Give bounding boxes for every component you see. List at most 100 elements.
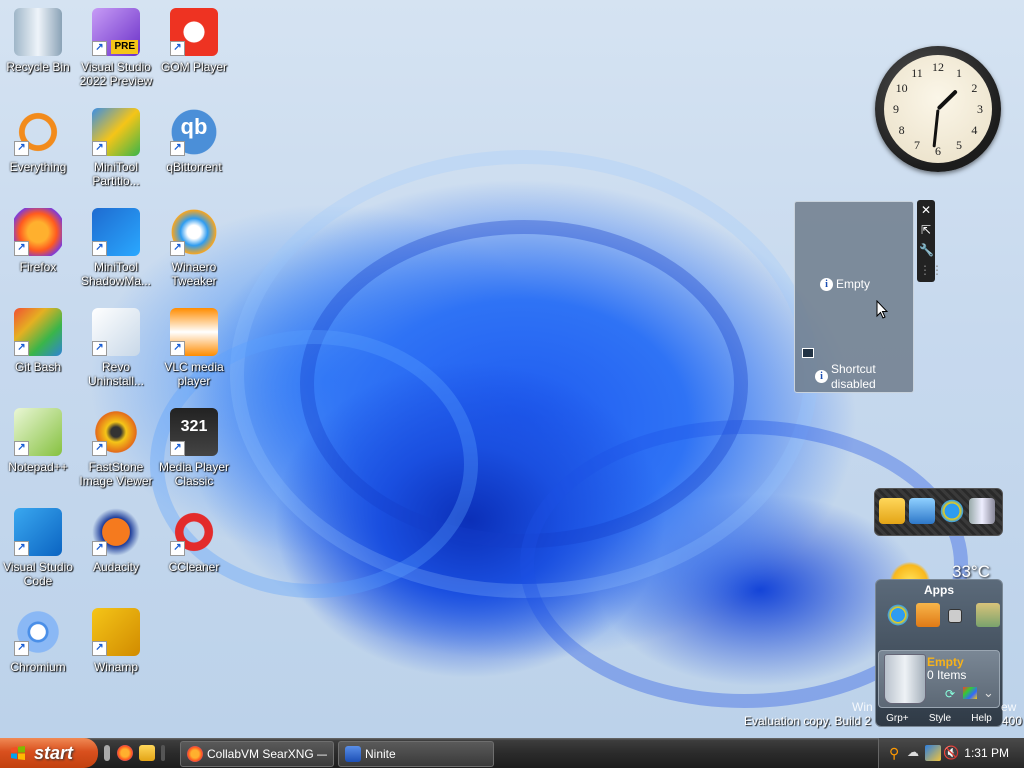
refresh-icon[interactable]: ⟳: [945, 687, 955, 701]
desktop-icon-label: MiniTool ShadowMa...: [80, 260, 152, 288]
desktop-icon-label: qBittorrent: [166, 160, 222, 174]
clock-number: 5: [956, 138, 962, 153]
desktop[interactable]: Recycle Bin PRE ↗ Visual Studio 2022 Previe…: [0, 0, 1024, 738]
desktop-icon-label: Recycle Bin: [6, 60, 70, 74]
clock-number: 12: [932, 60, 944, 74]
shortcut-arrow-icon: ↗: [92, 241, 107, 256]
desktop-icon[interactable]: qb ↗ qBittorrent: [156, 108, 232, 174]
desktop-icon[interactable]: ↗ Everything: [0, 108, 76, 174]
desktop-icon-label: GOM Player: [160, 60, 227, 74]
help-button[interactable]: Help: [971, 713, 992, 724]
chevron-down-icon[interactable]: ⌄: [983, 685, 994, 701]
search-icon[interactable]: ⚲: [889, 745, 905, 761]
group-plus-button[interactable]: Grp+: [886, 713, 909, 724]
desktop-icon[interactable]: ↗ Revo Uninstall...: [78, 308, 154, 388]
windows-flag-icon: [963, 687, 977, 699]
apps-footer: Grp+ Style Help: [876, 713, 1002, 724]
gom-player-icon: ↗: [170, 8, 218, 56]
shortcut-arrow-icon: ↗: [92, 141, 107, 156]
task-label: Ninite: [365, 747, 396, 761]
taskbar-task-collabvm[interactable]: CollabVM SearXNG —...: [180, 741, 334, 767]
desktop-icon[interactable]: ↗ FastStone Image Viewer: [78, 408, 154, 488]
revo-uninstaller-icon: ↗: [92, 308, 140, 356]
window-icon[interactable]: [948, 609, 962, 623]
clock-time[interactable]: 1:31 PM: [964, 738, 1009, 768]
minitool-partition-icon: ↗: [92, 108, 140, 156]
internet-explorer-icon[interactable]: [886, 603, 910, 627]
clock-number: 7: [914, 138, 920, 153]
watermark-line2-left: Evaluation copy. Build 2: [744, 714, 872, 728]
faststone-icon: ↗: [92, 408, 140, 456]
shortcut-arrow-icon: ↗: [170, 541, 185, 556]
shortcut-arrow-icon: ↗: [92, 441, 107, 456]
desktop-icon[interactable]: ↗ Visual Studio Code: [0, 508, 76, 588]
desktop-icon-label: Audacity: [92, 560, 140, 574]
desktop-icon[interactable]: ↗ Notepad++: [0, 408, 76, 474]
start-button[interactable]: start: [0, 738, 98, 768]
security-shield-icon[interactable]: [925, 745, 941, 761]
clock-number: 2: [971, 81, 978, 95]
desktop-icon[interactable]: ↗ GOM Player: [156, 8, 232, 74]
ninite-icon: [345, 746, 361, 762]
apps-recycle-bin[interactable]: Empty 0 Items ⟳ ⌄: [878, 650, 1000, 708]
desktop-icon[interactable]: ↗ Winaero Tweaker: [156, 208, 232, 288]
desktop-icon[interactable]: Recycle Bin: [0, 8, 76, 74]
media-player-icon[interactable]: [916, 603, 940, 627]
drag-handle-icon[interactable]: ⋮⋮: [919, 263, 943, 277]
clock-gadget[interactable]: 12 1 2 3 4 5 6 7 8 9 10 11: [875, 46, 1001, 172]
icon-glyph: qb: [180, 114, 208, 139]
recycle-bin-icon[interactable]: [969, 498, 995, 524]
desktop-icon[interactable]: ↗ VLC media player: [156, 308, 232, 388]
vscode-icon: ↗: [14, 508, 62, 556]
shortcut-arrow-icon: ↗: [170, 441, 185, 456]
icon-glyph: 321: [180, 418, 208, 435]
desktop-icon-label: Revo Uninstall...: [87, 360, 145, 388]
stack-shortcut-label: Shortcut disabled: [831, 362, 876, 391]
clock-number: 9: [893, 102, 899, 116]
desktop-icon[interactable]: ↗ Audacity: [78, 508, 154, 574]
qbittorrent-icon: qb ↗: [170, 108, 218, 156]
hourglass-icon[interactable]: [976, 603, 1000, 627]
watermark-line1-left: Win: [852, 700, 873, 714]
close-icon[interactable]: ✕: [919, 203, 933, 217]
internet-explorer-icon[interactable]: [939, 498, 965, 524]
vlc-icon: ↗: [170, 308, 218, 356]
clock-number: 8: [898, 123, 905, 137]
clock-number: 4: [971, 123, 978, 137]
stack-gadget[interactable]: i Empty i Shortcut disabled: [794, 201, 914, 393]
shortcut-arrow-icon: ↗: [14, 141, 29, 156]
git-bash-icon: ↗: [14, 308, 62, 356]
volume-muted-icon[interactable]: 🔇: [943, 745, 959, 761]
folder-icon[interactable]: [879, 498, 905, 524]
desktop-icon[interactable]: ↗ MiniTool Partitio...: [78, 108, 154, 188]
desktop-icon[interactable]: ↗ Chromium: [0, 608, 76, 674]
desktop-icon[interactable]: ↗ CCleaner: [156, 508, 232, 574]
computer-icon[interactable]: [909, 498, 935, 524]
style-button[interactable]: Style: [929, 713, 951, 724]
desktop-icon-label: Everything: [9, 160, 67, 174]
winaero-tweaker-icon: ↗: [170, 208, 218, 256]
desktop-icon[interactable]: PRE ↗ Visual Studio 2022 Preview: [78, 8, 154, 88]
recycle-bin-icon: [14, 8, 62, 56]
windows-logo-icon: [11, 746, 25, 760]
desktop-icon[interactable]: ↗ MiniTool ShadowMa...: [78, 208, 154, 288]
everything-search-icon: ↗: [14, 108, 62, 156]
firefox-icon[interactable]: [117, 745, 133, 761]
wrench-icon[interactable]: 🔧: [919, 243, 934, 257]
desktop-icon[interactable]: ↗ Git Bash: [0, 308, 76, 374]
clock-hour-hand: [936, 89, 958, 111]
desktop-icon-label: Firefox: [19, 260, 57, 274]
desktop-icon[interactable]: ↗ Firefox: [0, 208, 76, 274]
desktop-icon[interactable]: ↗ Winamp: [78, 608, 154, 674]
network-icon[interactable]: ☁: [907, 745, 923, 761]
more-icon[interactable]: [161, 745, 165, 761]
desktop-icon[interactable]: 321 ↗ Media Player Classic: [156, 408, 232, 488]
winamp-icon: ↗: [92, 608, 140, 656]
desktop-icon-label: Visual Studio Code: [3, 560, 73, 588]
desktop-icon-label: Winaero Tweaker: [171, 260, 217, 288]
shortcut-arrow-icon: ↗: [14, 641, 29, 656]
folder-icon[interactable]: [139, 745, 155, 761]
resize-icon[interactable]: ⇱: [919, 223, 933, 237]
preview-badge: PRE: [111, 40, 138, 54]
taskbar-task-ninite[interactable]: Ninite: [338, 741, 494, 767]
